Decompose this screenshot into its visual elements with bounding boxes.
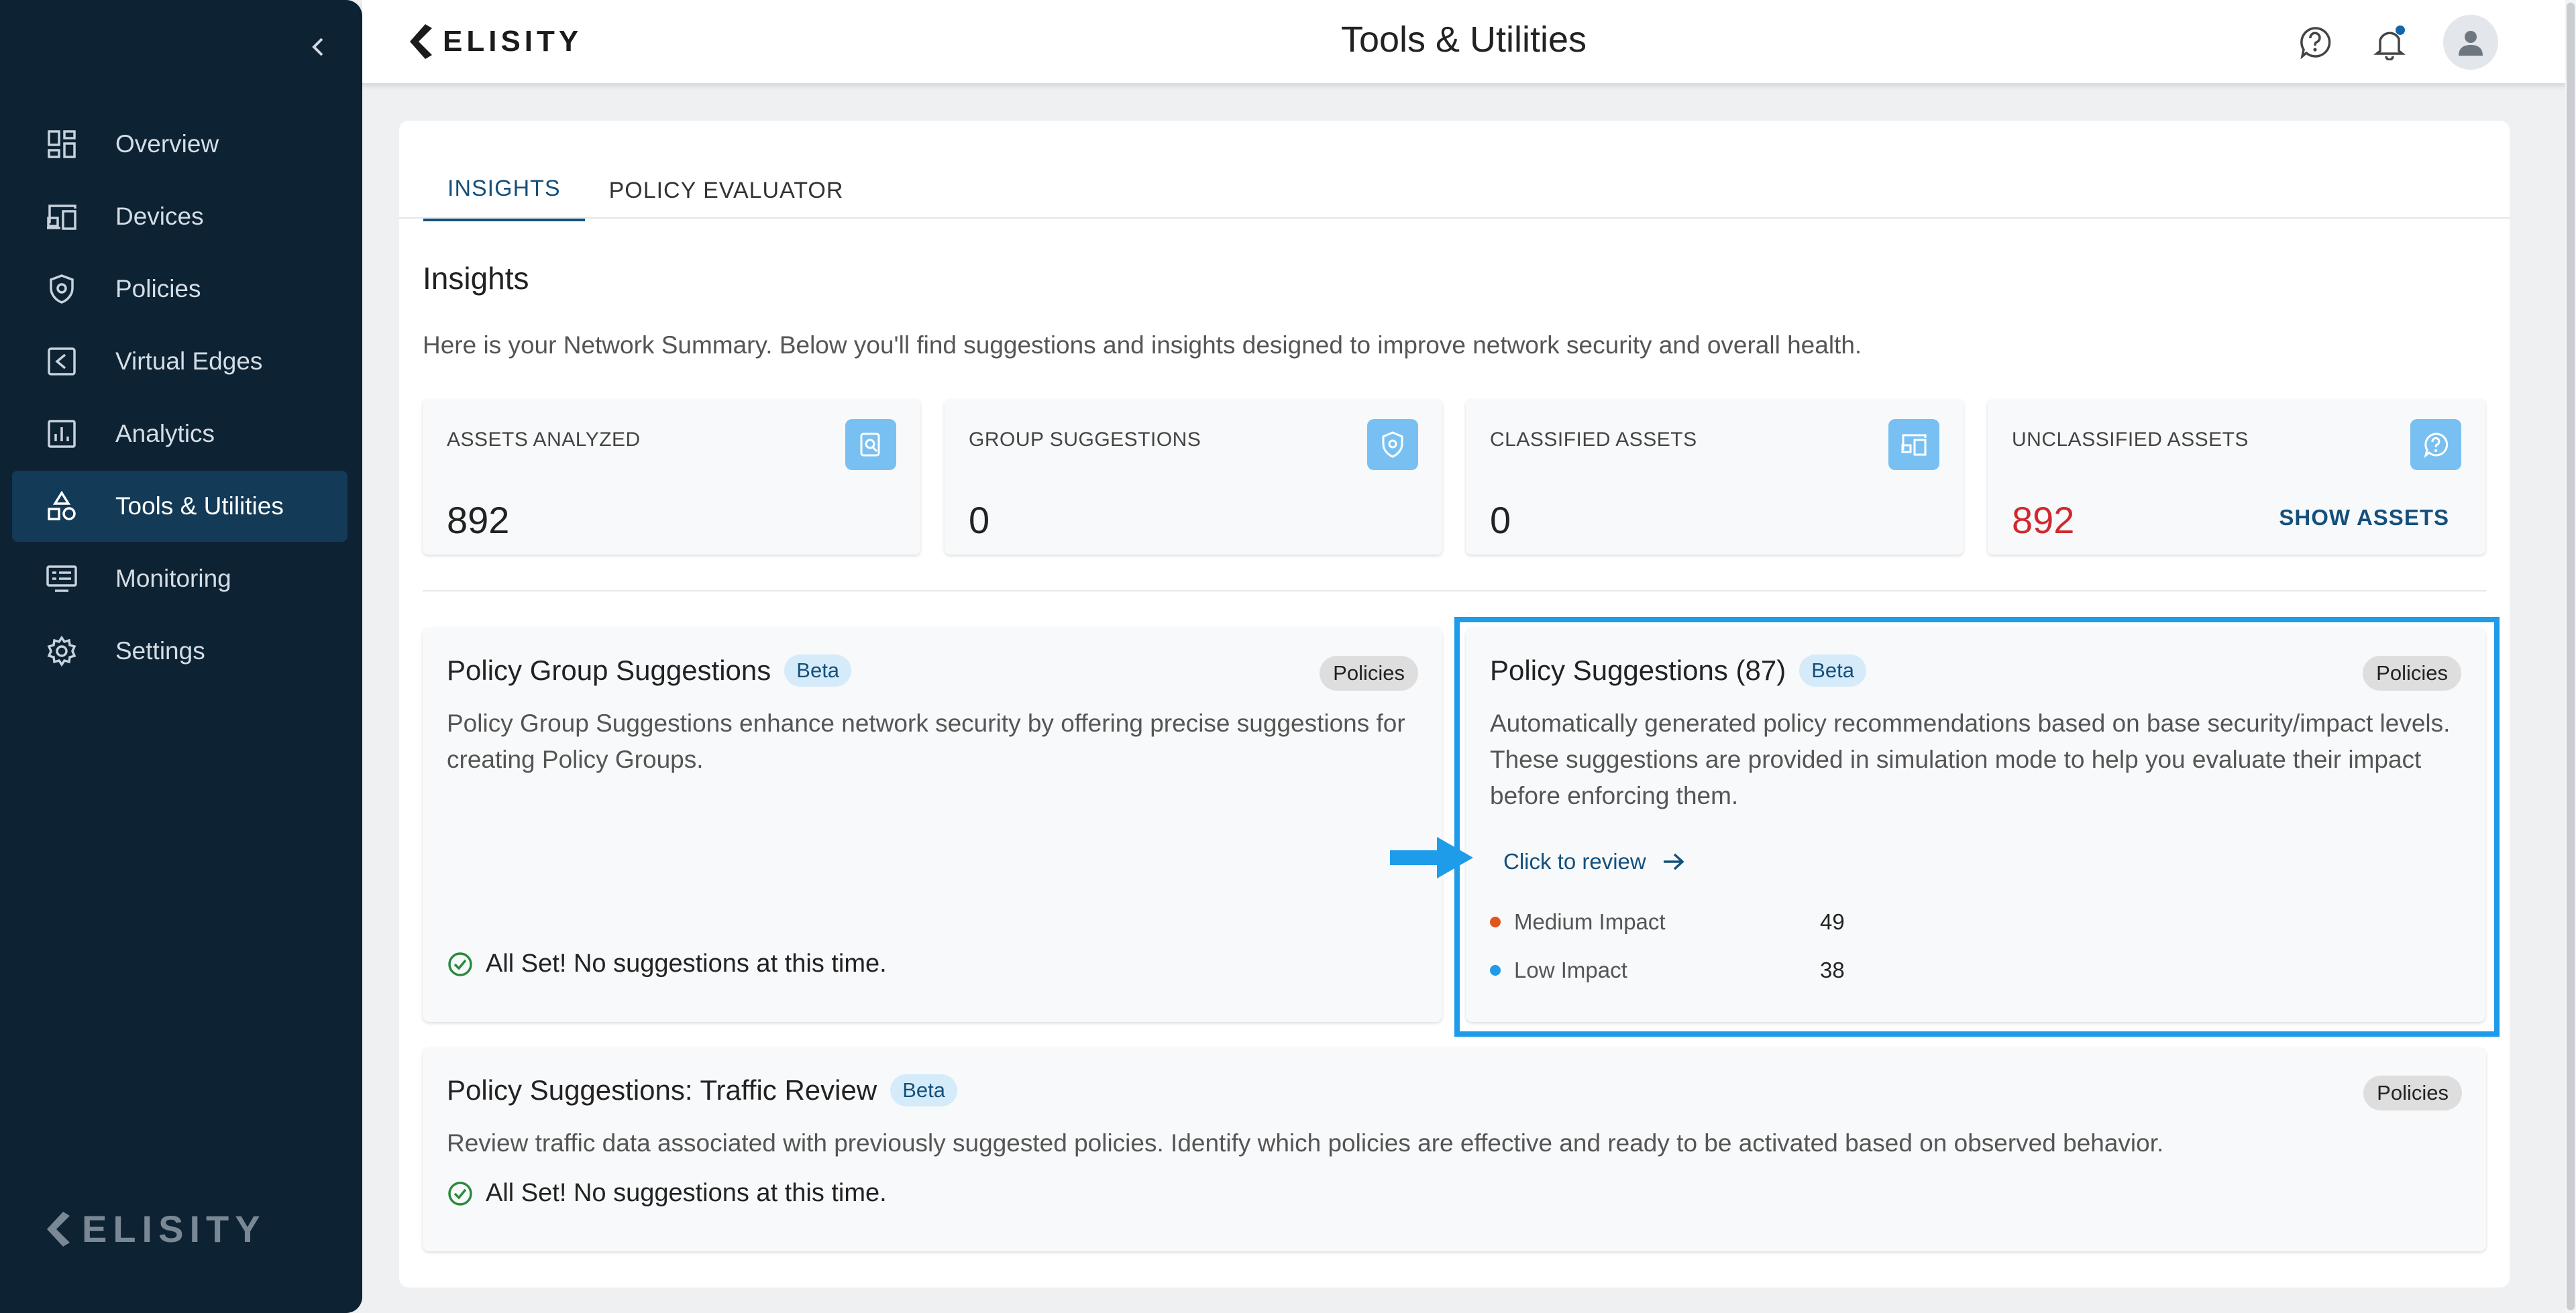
- beta-badge: Beta: [784, 654, 852, 687]
- tab-bar: INSIGHTS POLICY EVALUATOR: [423, 160, 867, 221]
- show-assets-link[interactable]: SHOW ASSETS: [2279, 505, 2449, 530]
- tabs-divider: [399, 217, 2510, 219]
- sidebar: Overview Devices Policies Virtual Edges …: [0, 0, 362, 1313]
- stat-value: 0: [969, 499, 990, 541]
- section-subtitle: Here is your Network Summary. Below you'…: [423, 331, 1862, 359]
- sidebar-item-analytics[interactable]: Analytics: [12, 398, 347, 469]
- card-description: Review traffic data associated with prev…: [447, 1129, 2164, 1157]
- user-icon: [2459, 31, 2483, 56]
- status-message: All Set! No suggestions at this time.: [447, 1179, 887, 1208]
- tools-icon: [44, 489, 79, 524]
- card-title: Policy Suggestions: Traffic Review: [447, 1074, 877, 1106]
- policies-tag: Policies: [1320, 656, 1418, 691]
- shield-icon: [44, 272, 79, 306]
- pointer-arrow-icon: [1390, 837, 1473, 878]
- sidebar-item-monitoring[interactable]: Monitoring: [12, 543, 347, 614]
- sidebar-item-label: Tools & Utilities: [115, 492, 284, 520]
- sidebar-item-label: Devices: [115, 203, 204, 230]
- help-icon: [2300, 27, 2331, 59]
- stat-value: 892: [447, 499, 510, 541]
- collapse-sidebar-button[interactable]: [303, 32, 333, 62]
- sidebar-item-tools-utilities[interactable]: Tools & Utilities: [12, 471, 347, 542]
- stat-card-assets-analyzed: ASSETS ANALYZED 892: [423, 399, 920, 555]
- sidebar-item-label: Policies: [115, 275, 201, 302]
- gear-icon: [44, 634, 79, 669]
- sidebar-logo: ELISITY: [44, 1207, 266, 1251]
- sidebar-item-label: Monitoring: [115, 565, 231, 592]
- user-avatar-button[interactable]: [2443, 15, 2498, 70]
- sidebar-item-settings[interactable]: Settings: [12, 616, 347, 687]
- scrollbar-thumb[interactable]: [2567, 3, 2575, 1310]
- tab-insights[interactable]: INSIGHTS: [423, 160, 585, 221]
- check-circle-icon: [448, 952, 472, 976]
- card-header: Policy Suggestions: Traffic Review Beta: [447, 1074, 957, 1106]
- devices-icon: [44, 199, 79, 234]
- sidebar-logo-text: ELISITY: [82, 1208, 266, 1250]
- group-shield-icon: [1367, 419, 1418, 470]
- edge-icon: [44, 344, 79, 379]
- highlight-box: [1454, 617, 2500, 1037]
- stat-value: 0: [1490, 499, 1511, 541]
- stat-value: 892: [2012, 499, 2075, 541]
- status-message: All Set! No suggestions at this time.: [447, 950, 887, 978]
- notifications-button[interactable]: [2369, 21, 2411, 63]
- sidebar-item-label: Analytics: [115, 420, 215, 447]
- stat-card-unclassified-assets: UNCLASSIFIED ASSETS 892 SHOW ASSETS: [1988, 399, 2485, 555]
- stat-label: ASSETS ANALYZED: [447, 429, 641, 451]
- sidebar-item-virtual-edges[interactable]: Virtual Edges: [12, 326, 347, 397]
- classified-devices-icon: [1888, 419, 1939, 470]
- status-text: All Set! No suggestions at this time.: [486, 950, 887, 978]
- monitor-icon: [44, 561, 79, 596]
- sidebar-item-label: Settings: [115, 637, 205, 665]
- sidebar-nav: Overview Devices Policies Virtual Edges …: [12, 109, 347, 688]
- bell-icon: [2373, 25, 2406, 60]
- elisity-logo-icon: [47, 1211, 70, 1247]
- policies-tag: Policies: [2363, 1076, 2462, 1110]
- stat-label: GROUP SUGGESTIONS: [969, 429, 1201, 451]
- sidebar-item-label: Overview: [115, 130, 219, 158]
- sidebar-item-label: Virtual Edges: [115, 347, 263, 375]
- analytics-icon: [44, 416, 79, 451]
- card-title: Policy Group Suggestions: [447, 654, 771, 686]
- status-text: All Set! No suggestions at this time.: [486, 1179, 887, 1207]
- page-title: Tools & Utilities: [1340, 19, 1587, 60]
- asset-search-icon: [845, 419, 896, 470]
- chevron-left-icon: [312, 38, 323, 56]
- top-header: ELISITY Tools & Utilities: [362, 0, 2565, 84]
- stat-label: CLASSIFIED ASSETS: [1490, 429, 1697, 451]
- sidebar-item-overview[interactable]: Overview: [12, 109, 347, 180]
- check-circle-icon: [448, 1181, 472, 1206]
- sidebar-item-policies[interactable]: Policies: [12, 253, 347, 325]
- beta-badge: Beta: [890, 1074, 957, 1106]
- card-header: Policy Group Suggestions Beta: [447, 654, 852, 687]
- section-title: Insights: [423, 261, 529, 296]
- stat-label: UNCLASSIFIED ASSETS: [2012, 429, 2249, 451]
- dashboard-icon: [44, 127, 79, 162]
- help-button[interactable]: [2294, 21, 2336, 63]
- sidebar-item-devices[interactable]: Devices: [12, 181, 347, 252]
- stat-card-group-suggestions: GROUP SUGGESTIONS 0: [945, 399, 1442, 555]
- tab-policy-evaluator[interactable]: POLICY EVALUATOR: [585, 160, 868, 221]
- section-divider: [423, 590, 2486, 591]
- policy-group-suggestions-card: Policy Group Suggestions Beta Policies P…: [423, 628, 1442, 1022]
- traffic-review-card: Policy Suggestions: Traffic Review Beta …: [423, 1047, 2486, 1251]
- card-description: Policy Group Suggestions enhance network…: [447, 709, 1405, 773]
- stat-card-classified-assets: CLASSIFIED ASSETS 0: [1466, 399, 1964, 555]
- question-icon: [2410, 419, 2461, 470]
